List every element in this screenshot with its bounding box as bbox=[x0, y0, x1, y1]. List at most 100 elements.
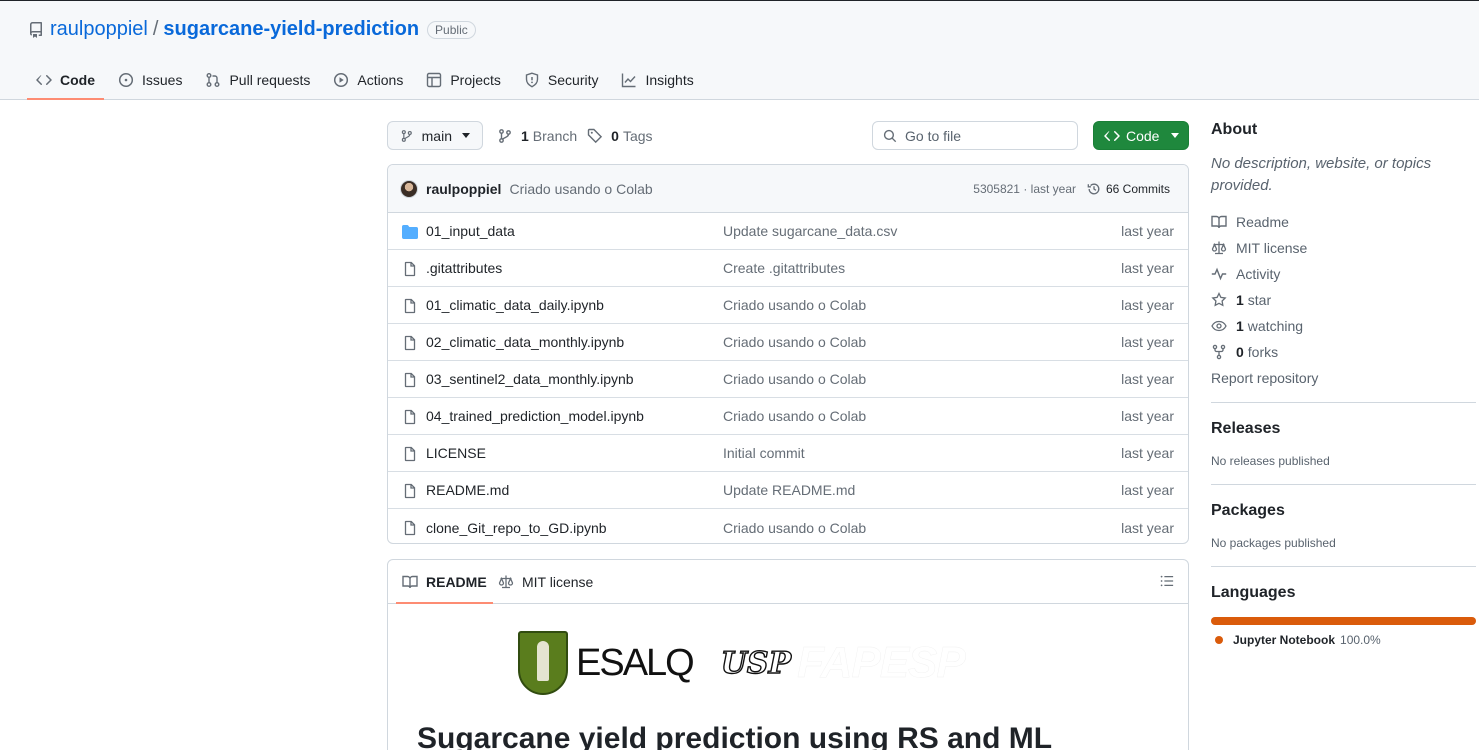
readme-link[interactable]: Readme bbox=[1211, 209, 1476, 235]
file-icon bbox=[402, 372, 418, 391]
file-commit-message-link[interactable]: Criado usando o Colab bbox=[723, 520, 866, 536]
tab-code-label: Code bbox=[60, 72, 95, 88]
file-row[interactable]: 02_climatic_data_monthly.ipynb Criado usa… bbox=[388, 324, 1188, 361]
file-name-link[interactable]: 04_trained_prediction_model.ipynb bbox=[426, 408, 644, 424]
file-icon bbox=[402, 520, 418, 539]
tab-actions[interactable]: Actions bbox=[324, 61, 412, 99]
file-commit-message-link[interactable]: Update README.md bbox=[723, 482, 855, 498]
branch-icon bbox=[401, 129, 412, 142]
commits-history-link[interactable]: 66 Commits bbox=[1087, 182, 1170, 196]
file-commit-date: last year bbox=[1121, 371, 1174, 387]
file-browser: raulpoppiel Criado usando o Colab 530582… bbox=[387, 164, 1189, 544]
packages-heading[interactable]: Packages bbox=[1211, 502, 1476, 520]
search-icon bbox=[883, 129, 897, 142]
file-row[interactable]: .gitattributes Create .gitattributes last … bbox=[388, 250, 1188, 287]
book-icon bbox=[402, 575, 418, 588]
file-commit-date: last year bbox=[1121, 260, 1174, 276]
language-bar-track bbox=[1211, 617, 1476, 625]
file-name-link[interactable]: .gitattributes bbox=[426, 260, 502, 276]
repo-nav-tabs: Code Issues Pull requests Actions Projec… bbox=[27, 61, 708, 101]
code-dropdown-button[interactable]: Code bbox=[1093, 121, 1189, 150]
commit-author-link[interactable]: raulpoppiel bbox=[426, 181, 501, 197]
code-icon bbox=[36, 75, 52, 85]
tab-security[interactable]: Security bbox=[515, 61, 608, 99]
file-commit-message-link[interactable]: Criado usando o Colab bbox=[723, 297, 866, 313]
language-percent: 100.0% bbox=[1340, 633, 1381, 647]
file-icon bbox=[402, 409, 418, 428]
file-name-link[interactable]: 03_sentinel2_data_monthly.ipynb bbox=[426, 371, 634, 387]
shield-icon bbox=[525, 72, 539, 88]
languages-heading: Languages bbox=[1211, 584, 1296, 601]
file-commit-message-link[interactable]: Criado usando o Colab bbox=[723, 408, 866, 424]
stars-label: star bbox=[1247, 292, 1272, 308]
pull-request-icon bbox=[206, 73, 220, 87]
tab-projects[interactable]: Projects bbox=[417, 61, 510, 99]
file-commit-message-link[interactable]: Initial commit bbox=[723, 445, 805, 461]
repo-title: raulpoppiel / sugarcane-yield-prediction… bbox=[28, 18, 476, 41]
branch-icon bbox=[499, 128, 511, 143]
file-name-link[interactable]: README.md bbox=[426, 482, 509, 498]
avatar[interactable] bbox=[400, 179, 418, 198]
stars-count: 1 bbox=[1236, 292, 1244, 308]
history-icon bbox=[1087, 183, 1100, 194]
forks-link[interactable]: 0 forks bbox=[1211, 339, 1476, 365]
branch-name: main bbox=[421, 127, 452, 144]
releases-heading[interactable]: Releases bbox=[1211, 420, 1476, 438]
forks-label: forks bbox=[1247, 344, 1279, 360]
tab-readme[interactable]: README bbox=[396, 560, 493, 604]
file-row[interactable]: 01_climatic_data_daily.ipynb Criado usand… bbox=[388, 287, 1188, 324]
tag-count: 0 bbox=[611, 127, 619, 144]
file-commit-date: last year bbox=[1121, 408, 1174, 424]
file-name-link[interactable]: 01_climatic_data_daily.ipynb bbox=[426, 297, 604, 313]
branch-select-button[interactable]: main bbox=[387, 121, 483, 150]
language-item-jupyter[interactable]: Jupyter Notebook 100.0% bbox=[1211, 633, 1476, 647]
repo-owner-link[interactable]: raulpoppiel bbox=[50, 18, 148, 41]
file-row[interactable]: LICENSE Initial commit last year bbox=[388, 435, 1188, 472]
commit-message-link[interactable]: Criado usando o Colab bbox=[509, 181, 652, 197]
tab-issues[interactable]: Issues bbox=[109, 61, 191, 99]
file-row[interactable]: 01_input_data Update sugarcane_data.csv la… bbox=[388, 213, 1188, 250]
tags-link[interactable]: 0 Tags bbox=[587, 127, 653, 144]
license-link[interactable]: MIT license bbox=[1211, 235, 1476, 261]
branch-count: 1 bbox=[521, 127, 529, 144]
folder-icon bbox=[402, 224, 418, 243]
go-to-file-input[interactable]: Go to file bbox=[872, 121, 1078, 150]
tab-pull-requests[interactable]: Pull requests bbox=[196, 61, 319, 99]
tab-license[interactable]: MIT license bbox=[498, 560, 593, 603]
branches-link[interactable]: 1 Branch bbox=[497, 128, 577, 144]
code-button-label: Code bbox=[1126, 127, 1160, 144]
about-description: No description, website, or topics provi… bbox=[1211, 155, 1432, 194]
watchers-link[interactable]: 1 watching bbox=[1211, 313, 1476, 339]
repo-name-link[interactable]: sugarcane-yield-prediction bbox=[163, 18, 419, 41]
issue-icon bbox=[118, 72, 134, 88]
file-commit-message-link[interactable]: Criado usando o Colab bbox=[723, 334, 866, 350]
report-repository-link[interactable]: Report repository bbox=[1211, 365, 1476, 391]
language-name: Jupyter Notebook bbox=[1233, 633, 1336, 647]
list-icon[interactable] bbox=[1160, 574, 1174, 591]
commit-sha-date[interactable]: 5305821 · last year bbox=[973, 182, 1076, 196]
readme-logos: ESALQ USP FAPESP bbox=[518, 630, 966, 696]
file-name-link[interactable]: 01_input_data bbox=[426, 223, 515, 239]
readme-link-label: Readme bbox=[1236, 214, 1289, 230]
book-icon bbox=[1211, 215, 1227, 229]
tab-insights[interactable]: Insights bbox=[612, 61, 702, 99]
file-commit-message-link[interactable]: Update sugarcane_data.csv bbox=[723, 223, 897, 239]
file-commit-message-link[interactable]: Criado usando o Colab bbox=[723, 371, 866, 387]
go-to-file-placeholder: Go to file bbox=[905, 127, 962, 144]
code-icon bbox=[1104, 130, 1120, 141]
file-row[interactable]: clone_Git_repo_to_GD.ipynb Criado usando … bbox=[388, 509, 1188, 543]
file-name-link[interactable]: clone_Git_repo_to_GD.ipynb bbox=[426, 520, 607, 536]
file-name-link[interactable]: 02_climatic_data_monthly.ipynb bbox=[426, 334, 624, 350]
file-row[interactable]: 04_trained_prediction_model.ipynb Criado … bbox=[388, 398, 1188, 435]
tab-code[interactable]: Code bbox=[27, 61, 104, 100]
divider bbox=[1211, 566, 1476, 567]
file-row[interactable]: 03_sentinel2_data_monthly.ipynb Criado us… bbox=[388, 361, 1188, 398]
file-commit-date: last year bbox=[1121, 519, 1174, 536]
stars-link[interactable]: 1 star bbox=[1211, 287, 1476, 313]
activity-link[interactable]: Activity bbox=[1211, 261, 1476, 287]
readme-tabs: README MIT license bbox=[388, 560, 1188, 604]
file-name-link[interactable]: LICENSE bbox=[426, 445, 486, 461]
file-row[interactable]: README.md Update README.md last year bbox=[388, 472, 1188, 509]
tab-insights-label: Insights bbox=[645, 72, 694, 88]
file-commit-message-link[interactable]: Create .gitattributes bbox=[723, 260, 845, 276]
